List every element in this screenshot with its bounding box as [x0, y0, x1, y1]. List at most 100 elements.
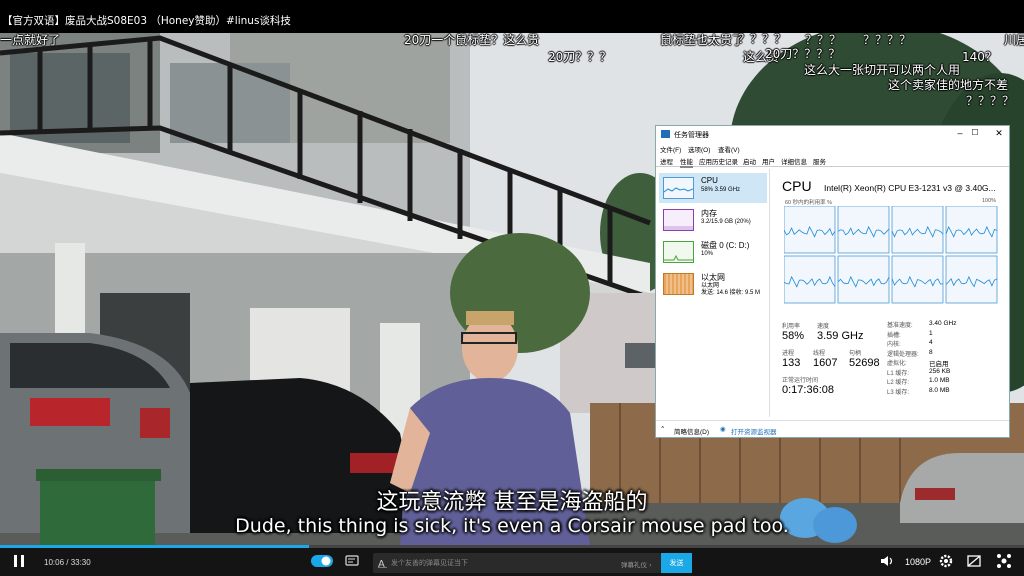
spec-value: 256 KB [929, 367, 951, 375]
danmaku-input-box: A 弹幕礼仪 › [373, 553, 661, 573]
spec-value: 1.0 MB [929, 377, 950, 384]
resource-monitor-icon: ◉ [720, 426, 726, 433]
danmaku-comment[interactable]: ？？？？ [966, 92, 1014, 109]
danmaku-comment[interactable]: 川居 [1004, 33, 1024, 48]
tab-performance[interactable]: 性能 [680, 156, 693, 168]
open-resource-monitor-link[interactable]: 打开资源监视器 [731, 426, 777, 436]
processes-label: 进程 [782, 351, 795, 357]
resource-item-ethernet[interactable]: 以太网 以太网 发送: 14.6 接收: 9.5 M [659, 269, 767, 299]
spec-label: 逻辑处理器: [887, 351, 919, 358]
utilization-value: 58% [782, 330, 805, 342]
tab-app-history[interactable]: 应用历史记录 [699, 156, 738, 166]
task-manager-window[interactable]: 任务管理器 – ☐ ✕ 文件(F) 选项(O) 查看(V) 进程 性能 应用历史… [655, 125, 1010, 438]
spec-label: 虚拟化: [887, 361, 907, 367]
utilization-label: 利用率 [782, 324, 801, 330]
task-manager-footer: ⌃ 简略信息(D) ◉ 打开资源监视器 [656, 420, 1009, 438]
cpu-thumbnail [663, 177, 694, 199]
resource-item-disk[interactable]: 磁盘 0 (C: D:) 10% [659, 237, 767, 267]
tab-users[interactable]: 用户 [762, 156, 775, 166]
maximize-icon[interactable]: ☐ [969, 128, 981, 137]
danmaku-input[interactable] [391, 553, 601, 573]
menu-view[interactable]: 查看(V) [718, 144, 740, 154]
danmaku-settings-icon[interactable] [345, 554, 360, 568]
cpu-core-graph [837, 255, 890, 304]
danmaku-comment[interactable]: 20刀？？？？ [765, 45, 840, 62]
font-style-icon[interactable]: A [378, 558, 388, 568]
task-manager-menubar: 文件(F) 选项(O) 查看(V) [656, 142, 1009, 154]
spec-value: 已启用 [929, 361, 949, 368]
task-manager-tabs: 进程 性能 应用历史记录 启动 用户 详细信息 服务 [656, 154, 1009, 168]
resource-detail-line: 发送: 14.6 接收: 9.5 M [701, 290, 761, 296]
spec-label: L3 缓存: [887, 389, 910, 396]
danmaku-comment[interactable]: 20刀一个鼠标垫？这么贵 [404, 33, 539, 48]
resource-detail: 3.2/15.9 GB (20%) [701, 219, 751, 225]
resource-detail: 58% 3.59 GHz [701, 187, 741, 193]
resource-item-cpu[interactable]: CPU 58% 3.59 GHz [659, 173, 767, 203]
resource-name: CPU [701, 176, 718, 185]
spec-label: L2 缓存: [887, 380, 910, 386]
spec-value: 3.40 GHz [929, 320, 957, 327]
progress-bar[interactable] [0, 545, 1024, 548]
cpu-core-graphs [784, 206, 998, 304]
resource-detail-line: 以太网 [701, 283, 720, 289]
cpu-core-graph [784, 206, 836, 254]
tab-services[interactable]: 服务 [813, 156, 826, 166]
danmaku-comment[interactable]: 140？ [962, 48, 997, 65]
close-icon[interactable]: ✕ [993, 128, 1005, 139]
tab-details[interactable]: 详细信息 [781, 156, 807, 166]
danmaku-toggle-icon[interactable] [311, 554, 333, 568]
cpu-core-graph [837, 206, 890, 254]
spec-value: 4 [929, 339, 933, 346]
picture-in-picture-icon[interactable] [967, 554, 982, 568]
graph-max-label: 100% [982, 198, 997, 204]
menu-options[interactable]: 选项(O) [688, 144, 710, 154]
danmaku-comment[interactable]: ？？？？ [863, 33, 911, 48]
danmaku-comment[interactable]: 20刀？？？ [548, 48, 611, 65]
fewer-details-link[interactable]: 简略信息(D) [674, 426, 709, 436]
task-manager-titlebar[interactable]: 任务管理器 – ☐ ✕ [656, 126, 1009, 142]
resource-detail: 以太网 发送: 14.6 接收: 9.5 M [701, 283, 760, 297]
danmaku-comment[interactable]: 一点就好了 [0, 33, 60, 48]
progress-fill [0, 545, 310, 548]
threads-label: 线程 [813, 351, 826, 357]
spec-value: 8.0 MB [929, 386, 950, 394]
task-manager-title: 任务管理器 [674, 132, 709, 139]
disk-thumbnail [663, 241, 694, 263]
tab-processes[interactable]: 进程 [660, 156, 673, 166]
subtitle-chinese: 这玩意流弊 甚至是海盗船的 [376, 490, 648, 515]
danmaku-comment[interactable]: 这个卖家佳的地方不差 [888, 76, 1008, 93]
playback-time: 10:06 / 33:30 [44, 558, 91, 567]
pane-divider [769, 169, 770, 417]
menu-file[interactable]: 文件(F) [660, 144, 681, 154]
quality-selector[interactable]: 1080P [905, 557, 931, 567]
minimize-icon[interactable]: – [954, 128, 966, 138]
danmaku-etiquette-link[interactable]: 弹幕礼仪 › [621, 559, 652, 569]
resource-detail: 10% [701, 251, 714, 257]
settings-gear-icon[interactable] [938, 553, 954, 569]
graph-caption: 60 秒内的利用率 % [785, 200, 833, 206]
processes-value: 133 [782, 357, 801, 369]
fewer-details-chevron-icon[interactable]: ⌃ [660, 425, 665, 433]
resource-name: 以太网 [701, 273, 725, 282]
resource-list: CPU 58% 3.59 GHz 内存 3.2/15.9 GB (20%) 磁盘… [656, 169, 768, 419]
spec-value: 1 [929, 329, 933, 337]
spec-label: 插槽: [887, 332, 901, 339]
resource-item-memory[interactable]: 内存 3.2/15.9 GB (20%) [659, 205, 767, 235]
uptime-value: 0:17:36:08 [782, 384, 834, 396]
threads-value: 1607 [813, 357, 838, 369]
cpu-heading: CPU [782, 178, 812, 194]
tab-startup[interactable]: 启动 [743, 156, 756, 166]
pause-icon[interactable] [12, 554, 26, 568]
svg-text:A: A [378, 559, 385, 568]
handles-label: 句柄 [849, 351, 862, 357]
spec-label: 内核: [887, 342, 901, 348]
danmaku-comment[interactable]: 鼠标垫也太贵了 [660, 33, 744, 48]
send-danmaku-button[interactable]: 发送 [661, 553, 692, 573]
cpu-core-graph [784, 255, 836, 304]
volume-icon[interactable] [880, 554, 894, 568]
video-title-bar: 【官方双语】废品大战S08E03 （Honey赞助）#linus谈科技 [0, 0, 1024, 33]
speed-value: 3.59 GHz [817, 330, 864, 342]
speed-label: 速度 [817, 324, 830, 330]
video-title: 【官方双语】废品大战S08E03 （Honey赞助）#linus谈科技 [2, 15, 291, 27]
fullscreen-icon[interactable] [996, 553, 1012, 569]
